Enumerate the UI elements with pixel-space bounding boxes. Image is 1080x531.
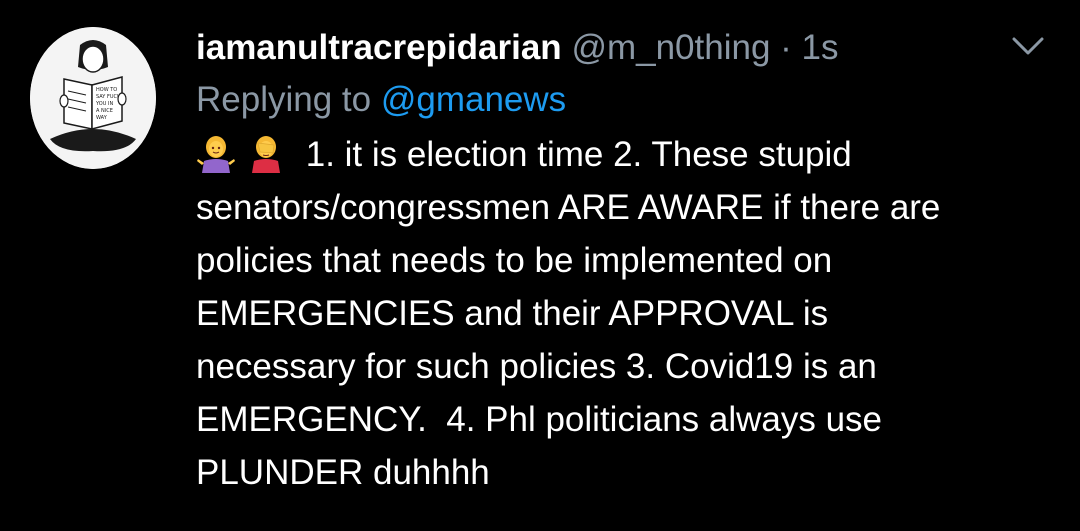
display-name[interactable]: iamanultracrepidarian: [196, 28, 562, 67]
svg-text:SAY FUCK: SAY FUCK: [96, 94, 121, 100]
svg-text:WAY: WAY: [96, 115, 108, 121]
tweet-text-line-7: PLUNDER duhhhh: [196, 453, 490, 492]
replying-to-mention[interactable]: @gmanews: [381, 80, 566, 119]
separator-dot: ·: [780, 28, 792, 67]
tweet-text-line-1: 1. it is election time 2. These stupid: [296, 135, 852, 174]
tweet[interactable]: HOW TO SAY FUCK YOU IN A NICE WAY iamanu…: [0, 0, 1080, 531]
tweet-text: 1. it is election time 2. These stupid s…: [196, 128, 1056, 499]
tweet-header: iamanultracrepidarian @m_n0thing · 1s: [196, 24, 1056, 72]
tweet-text-line-2: senators/congressmen ARE AWARE if there …: [196, 188, 941, 227]
svg-text:A NICE: A NICE: [96, 108, 113, 114]
timestamp[interactable]: 1s: [802, 28, 839, 67]
svg-text:HOW TO: HOW TO: [96, 87, 117, 93]
tweet-text-line-5: necessary for such policies 3. Covid19 i…: [196, 347, 877, 386]
replying-to-label: Replying to: [196, 80, 372, 119]
replying-to: Replying to @gmanews: [196, 72, 1056, 128]
avatar-illustration: HOW TO SAY FUCK YOU IN A NICE WAY: [30, 27, 156, 169]
chevron-down-icon[interactable]: [1010, 33, 1046, 59]
avatar[interactable]: HOW TO SAY FUCK YOU IN A NICE WAY: [30, 27, 156, 169]
tweet-text-line-3: policies that needs to be implemented on: [196, 241, 833, 280]
svg-text:YOU IN: YOU IN: [95, 101, 113, 107]
tweet-text-line-6: EMERGENCY. 4. Phl politicians always use: [196, 400, 883, 439]
person-facepalming-emoji: [246, 133, 286, 173]
person-shrugging-emoji: [196, 133, 236, 173]
tweet-content: iamanultracrepidarian @m_n0thing · 1s Re…: [196, 24, 1056, 499]
tweet-text-line-4: EMERGENCIES and their APPROVAL is: [196, 294, 829, 333]
user-handle[interactable]: @m_n0thing: [571, 28, 770, 67]
